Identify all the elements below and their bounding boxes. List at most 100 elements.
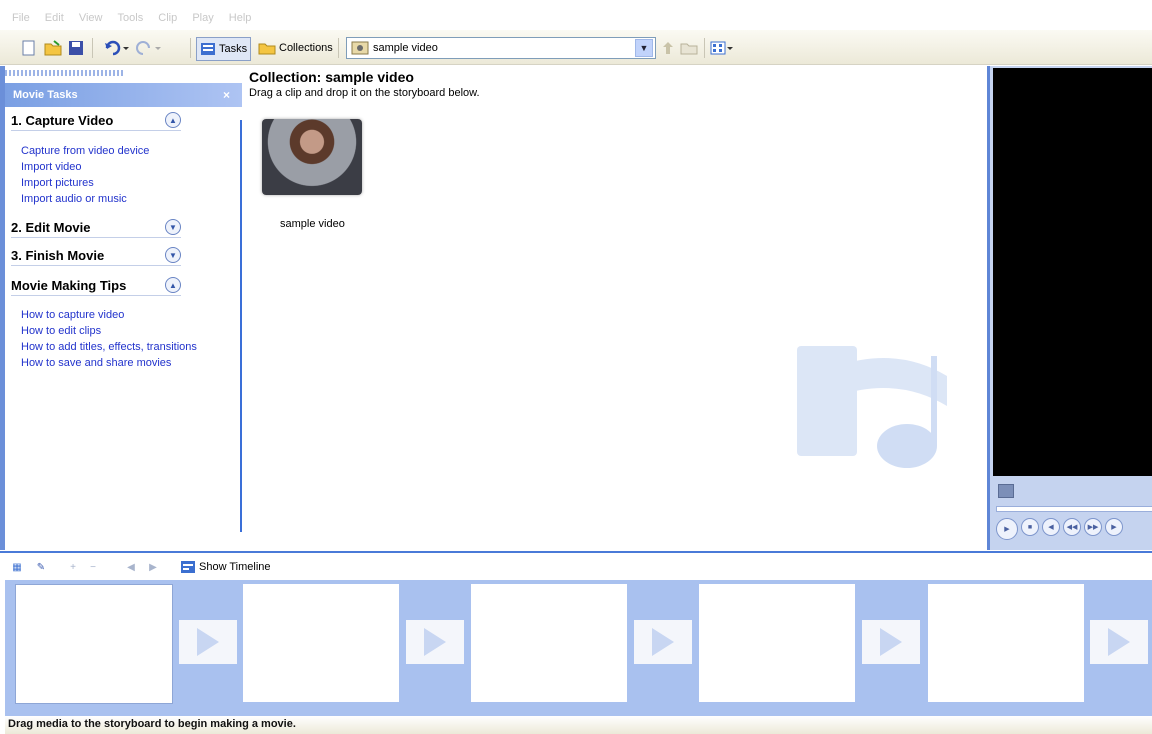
seek-slider[interactable]: [996, 506, 1152, 512]
link-how-to-capture[interactable]: How to capture video: [21, 309, 124, 321]
redo-button[interactable]: [136, 37, 162, 59]
rewind-storyboard-icon[interactable]: ◀: [124, 560, 138, 574]
film-music-watermark-icon: [797, 346, 947, 468]
chevron-down-icon[interactable]: ▼: [635, 39, 653, 57]
up-folder-icon: [663, 42, 673, 54]
menu-view[interactable]: View: [79, 8, 103, 28]
storyboard-cell[interactable]: [699, 584, 855, 702]
section-movie-making-tips[interactable]: Movie Making Tips ▲: [11, 277, 181, 296]
collection-select[interactable]: sample video ▼: [346, 37, 656, 59]
zoom-out-icon[interactable]: −: [86, 560, 100, 574]
movie-tasks-title: Movie Tasks: [13, 89, 78, 101]
status-text: Drag media to the storyboard to begin ma…: [8, 718, 296, 730]
undo-icon: [105, 40, 129, 56]
tasks-button[interactable]: Tasks: [196, 37, 252, 61]
tasks-label: Tasks: [219, 43, 248, 55]
next-frame-icon[interactable]: ▶: [1105, 518, 1123, 536]
new-project-button[interactable]: [22, 37, 36, 59]
zoom-in-icon[interactable]: +: [66, 560, 80, 574]
storyboard-cell[interactable]: [928, 584, 1084, 702]
collection-instructions: Drag a clip and drop it on the storyboar…: [249, 87, 480, 99]
link-how-to-edit[interactable]: How to edit clips: [21, 325, 101, 337]
menu-file[interactable]: File: [12, 8, 30, 28]
section-title: Movie Making Tips: [11, 278, 127, 293]
narrate-mic-icon[interactable]: ✎: [34, 560, 48, 574]
open-project-button[interactable]: [44, 37, 62, 59]
menu-tools[interactable]: Tools: [118, 8, 144, 28]
up-level-button[interactable]: [660, 37, 676, 59]
new-folder-icon: [680, 43, 698, 55]
storyboard-toolbar: ▦ ✎ + − ◀ ▶ Show Timeline: [0, 551, 1152, 581]
menu-edit[interactable]: Edit: [45, 8, 64, 28]
timeline-icon: [181, 561, 195, 573]
link-import-audio[interactable]: Import audio or music: [21, 193, 127, 205]
clip-thumbnail[interactable]: [262, 119, 362, 195]
transition-cell[interactable]: [179, 620, 237, 664]
link-how-to-add-titles[interactable]: How to add titles, effects, transitions: [21, 341, 197, 353]
storyboard-cell[interactable]: [471, 584, 627, 702]
storyboard-view-icon[interactable]: ▦: [10, 560, 24, 574]
toolbar-separator: [704, 38, 705, 58]
section-finish-movie[interactable]: 3. Finish Movie ▼: [11, 247, 181, 266]
preview-screen: [993, 68, 1152, 476]
menu-play[interactable]: Play: [192, 8, 213, 28]
new-collection-button[interactable]: [680, 37, 698, 59]
rewind-icon[interactable]: ◀◀: [1063, 518, 1081, 536]
link-how-to-save[interactable]: How to save and share movies: [21, 357, 171, 369]
chevron-down-icon[interactable]: ▼: [165, 247, 181, 263]
chevron-up-icon[interactable]: ▲: [165, 277, 181, 293]
movie-tasks-header: Movie Tasks ×: [5, 83, 242, 107]
save-disk-icon: [69, 41, 83, 55]
undo-button[interactable]: [104, 37, 130, 59]
storyboard-cell[interactable]: [243, 584, 399, 702]
show-timeline-button[interactable]: Show Timeline: [180, 560, 271, 574]
preview-monitor: ▶ ■ ◀ ◀◀ ▶▶ ▶: [987, 66, 1152, 550]
section-capture-video[interactable]: 1. Capture Video ▲: [11, 112, 181, 131]
collections-button[interactable]: Collections: [258, 37, 333, 59]
section-title: 2. Edit Movie: [11, 220, 91, 235]
movie-tasks-pane: Movie Tasks × 1. Capture Video ▲ Capture…: [0, 66, 245, 550]
toolbar-separator: [92, 38, 93, 58]
link-capture-from-device[interactable]: Capture from video device: [21, 145, 149, 157]
play-storyboard-icon[interactable]: ▶: [146, 560, 160, 574]
stop-icon[interactable]: ■: [1021, 518, 1039, 536]
transition-cell[interactable]: [862, 620, 920, 664]
transition-cell[interactable]: [406, 620, 464, 664]
previous-frame-icon[interactable]: ◀: [1042, 518, 1060, 536]
redo-icon: [136, 41, 161, 55]
toolbar-separator: [190, 38, 191, 58]
menu-clip[interactable]: Clip: [158, 8, 177, 28]
views-grid-icon: [710, 41, 733, 55]
storyboard-cell[interactable]: [15, 584, 173, 704]
play-icon[interactable]: ▶: [996, 518, 1018, 540]
collection-area: Collection: sample video Drag a clip and…: [243, 66, 987, 550]
menu-help[interactable]: Help: [229, 8, 252, 28]
section-title: 3. Finish Movie: [11, 248, 105, 263]
show-timeline-label: Show Timeline: [199, 561, 271, 573]
save-project-button[interactable]: [68, 37, 84, 59]
close-icon[interactable]: ×: [223, 88, 230, 102]
link-import-pictures[interactable]: Import pictures: [21, 177, 94, 189]
section-title: 1. Capture Video: [11, 113, 114, 128]
chevron-down-icon[interactable]: ▼: [165, 219, 181, 235]
movie-maker-window: File Edit View Tools Clip Play Help Task…: [0, 0, 1152, 734]
pane-divider[interactable]: [240, 120, 242, 532]
collection-select-value: sample video: [373, 42, 438, 54]
chevron-up-icon[interactable]: ▲: [165, 112, 181, 128]
new-document-icon: [22, 40, 35, 56]
views-button[interactable]: [710, 37, 734, 59]
section-edit-movie[interactable]: 2. Edit Movie ▼: [11, 219, 181, 238]
main-toolbar: Tasks Collections sample video ▼: [0, 30, 1152, 65]
split-clip-icon[interactable]: [998, 484, 1014, 498]
link-import-video[interactable]: Import video: [21, 161, 82, 173]
storyboard: [5, 580, 1152, 718]
open-folder-icon: [44, 40, 62, 56]
transition-cell[interactable]: [1090, 620, 1148, 664]
fast-forward-icon[interactable]: ▶▶: [1084, 518, 1102, 536]
transition-cell[interactable]: [634, 620, 692, 664]
collection-film-icon: [351, 41, 369, 55]
clip-caption[interactable]: sample video: [280, 218, 345, 230]
playback-controls: ▶ ■ ◀ ◀◀ ▶▶ ▶: [996, 518, 1123, 540]
tasks-list-icon: [201, 43, 215, 55]
pane-grip: [5, 70, 125, 76]
